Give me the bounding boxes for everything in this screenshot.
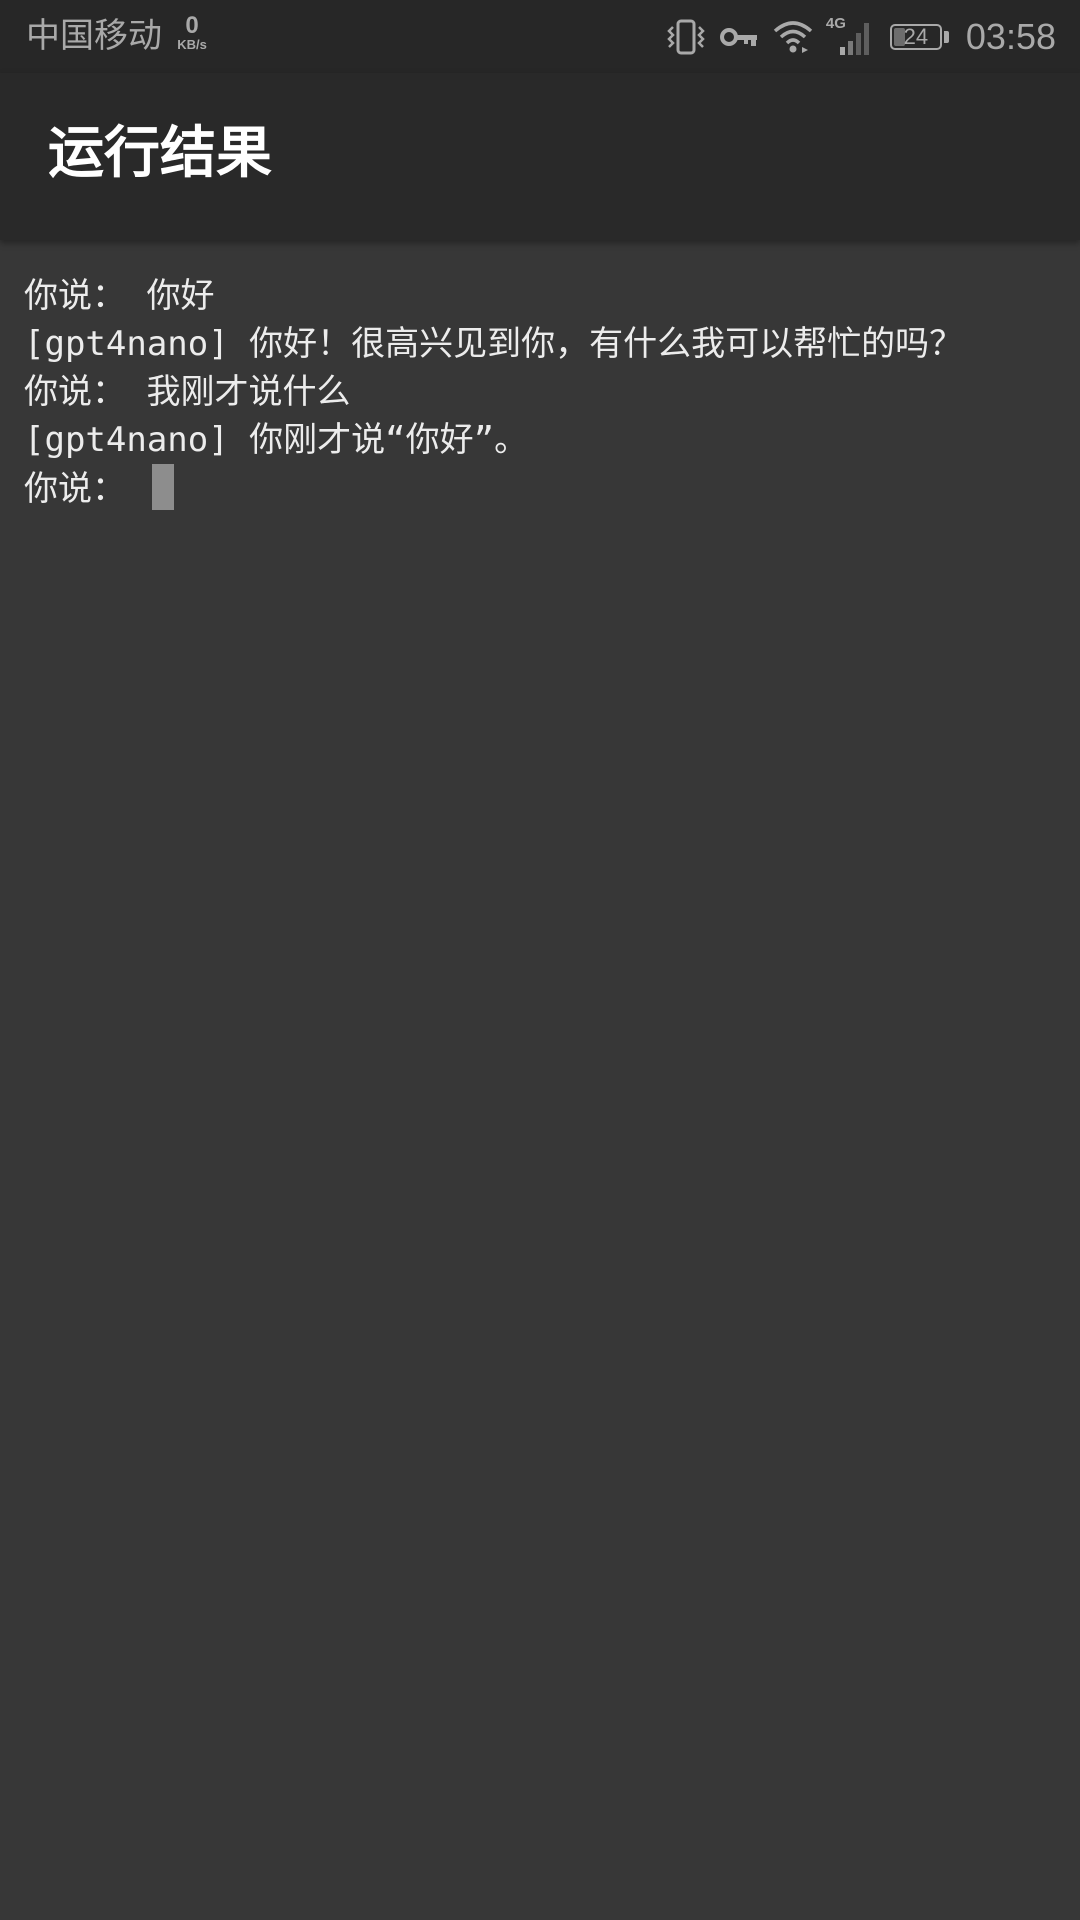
battery-body: 24 [889,24,942,50]
page-title: 运行结果 [48,121,272,186]
console-line: 你说： 你好 [24,276,215,316]
console-output[interactable]: 你说： 你好 [gpt4nano] 你好！很高兴见到你，有什么我可以帮忙的吗？ … [24,272,1056,513]
wifi-icon [773,21,813,53]
vibrate-icon [667,19,705,55]
status-bar: 中国移动 0 KB/s 4G 24 03:58 [0,0,1080,73]
text-cursor[interactable] [152,464,175,510]
carrier-name: 中国移动 [26,16,162,56]
console-line: [gpt4nano] 你好！很高兴见到你，有什么我可以帮忙的吗？ [24,324,964,364]
console-input-line[interactable]: 你说： [24,464,1056,513]
cellular-signal-icon: 4G [826,15,878,57]
network-speed-unit: KB/s [177,37,207,52]
battery-tip [943,31,949,43]
network-speed: 0 KB/s [172,14,212,52]
app-bar: 运行结果 [0,73,1080,240]
status-clock: 03:58 [965,16,1056,57]
console-line: [gpt4nano] 你刚才说“你好”。 [24,420,529,460]
vpn-key-icon [719,28,757,46]
network-speed-value: 0 [185,12,199,39]
battery-icon: 24 [889,22,950,52]
status-icons: 4G 24 03:58 [666,14,1056,60]
console-prompt: 你说： [24,469,147,509]
console-line: 你说： 我刚才说什么 [24,372,351,412]
battery-percentage: 24 [903,24,929,49]
app-screen: 中国移动 0 KB/s 4G 24 03:58 运行结果 你说： 你好 [gpt… [0,0,1080,1920]
